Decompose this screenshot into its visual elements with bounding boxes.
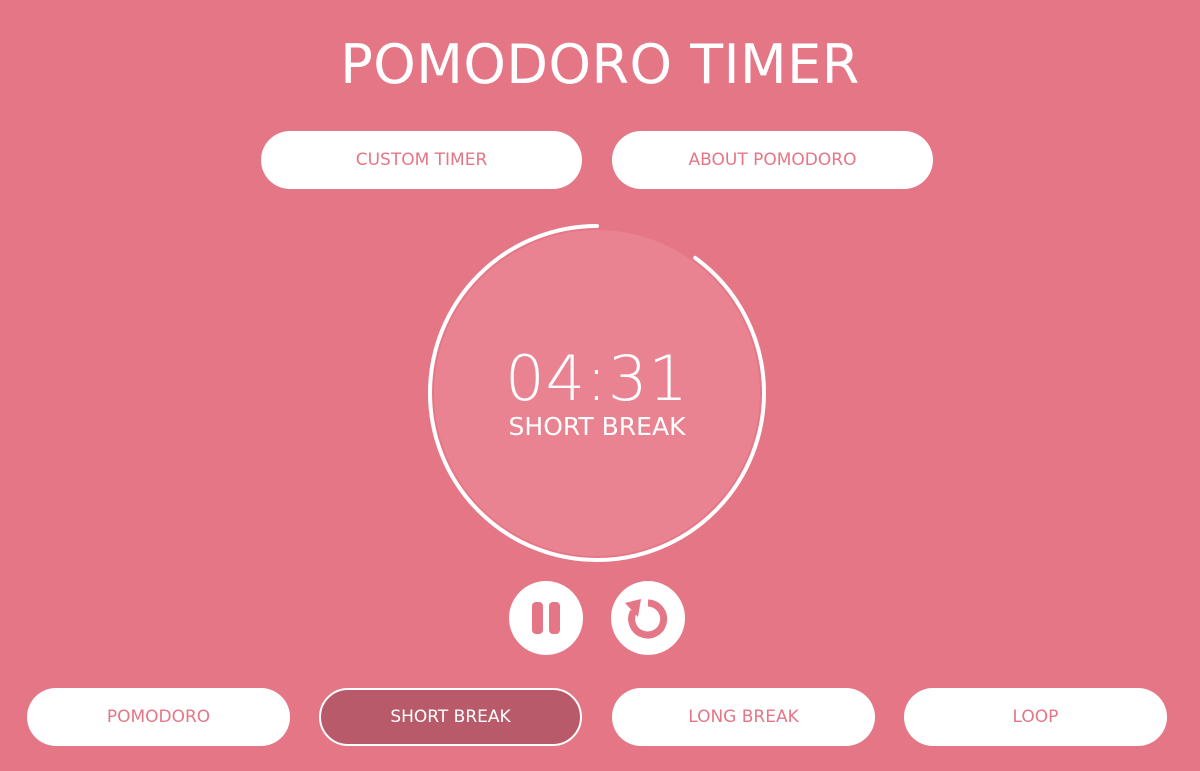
about-pomodoro-button[interactable]: ABOUT POMODORO bbox=[612, 131, 933, 189]
mode-loop-button[interactable]: LOOP bbox=[904, 688, 1167, 746]
timer-display: 04:31 SHORT BREAK bbox=[427, 223, 767, 563]
timer-mode-label: SHORT BREAK bbox=[508, 412, 686, 441]
reset-button[interactable] bbox=[611, 581, 685, 655]
pause-button[interactable] bbox=[509, 581, 583, 655]
reset-icon bbox=[625, 599, 668, 639]
pause-icon bbox=[532, 602, 560, 634]
page-title: POMODORO TIMER bbox=[340, 33, 860, 96]
timer-time: 04:31 bbox=[505, 342, 689, 415]
mode-pomodoro-button[interactable]: POMODORO bbox=[27, 688, 290, 746]
custom-timer-button[interactable]: CUSTOM TIMER bbox=[261, 131, 582, 189]
mode-short-break-button[interactable]: SHORT BREAK bbox=[319, 688, 582, 746]
mode-long-break-button[interactable]: LONG BREAK bbox=[612, 688, 875, 746]
